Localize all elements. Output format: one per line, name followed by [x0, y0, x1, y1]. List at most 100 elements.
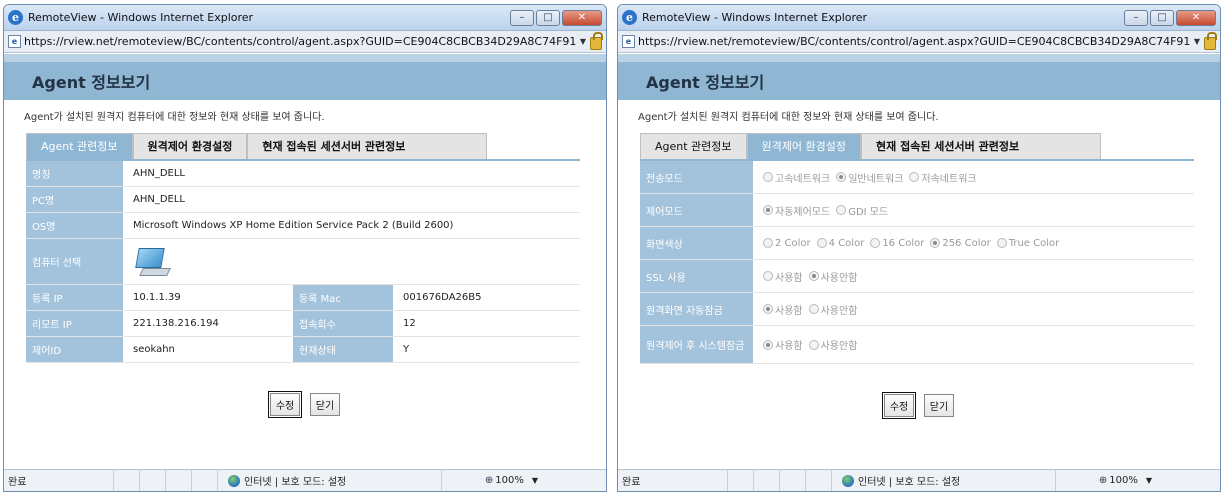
radio-option[interactable]: 사용안함 — [808, 337, 857, 352]
screen-color-label: 화면색상 — [640, 227, 753, 259]
radio-option[interactable]: 사용안함 — [808, 269, 857, 284]
status-cell — [166, 470, 192, 491]
button-row: 수정 닫기 — [618, 392, 1220, 419]
zoom-control[interactable]: ⊕ 100% ▼ — [442, 470, 542, 491]
radio-option[interactable]: 4 Color — [816, 238, 864, 249]
address-dropdown-icon[interactable]: ▼ — [580, 37, 586, 46]
screen-color-value: 2 Color 4 Color 16 Color 256 Color True … — [753, 227, 1194, 259]
page-content: Agent 정보보기 Agent가 설치된 원격지 컴퓨터에 대한 정보와 현재… — [618, 54, 1220, 469]
zone-text: 인터넷 | 보호 모드: 설정 — [244, 477, 347, 488]
radio-option[interactable]: True Color — [996, 238, 1059, 249]
minimize-button[interactable]: – — [510, 9, 534, 26]
remote-ip-label: 리모트 IP — [26, 311, 123, 336]
radio-option[interactable]: 저속네트워크 — [909, 170, 977, 185]
control-id-value: seokahn — [133, 344, 175, 355]
table-row: 화면색상 2 Color 4 Color 16 Color 256 Color … — [640, 227, 1194, 260]
zoom-dropdown-icon[interactable]: ▼ — [1146, 476, 1152, 485]
title-bar: e RemoteView - Windows Internet Explorer… — [618, 5, 1220, 31]
security-zone[interactable]: 인터넷 | 보호 모드: 설정 — [832, 470, 1056, 491]
button-row: 수정 닫기 — [4, 391, 606, 418]
radio-option[interactable]: 사용함 — [763, 269, 803, 284]
status-cell — [780, 470, 806, 491]
window-title: RemoteView - Windows Internet Explorer — [28, 11, 254, 24]
tab-agent-info[interactable]: Agent 관련정보 — [26, 133, 133, 159]
lock-icon[interactable] — [590, 31, 603, 50]
connect-count-value: 12 — [403, 318, 416, 329]
radio-option[interactable]: 2 Color — [763, 238, 811, 249]
status-label: 현재상태 — [293, 337, 393, 362]
ie-logo-icon: e — [8, 10, 23, 25]
pc-name-value: AHN_DELL — [133, 194, 186, 205]
page-icon: e — [8, 35, 21, 48]
control-id-label: 제어ID — [26, 337, 123, 362]
zoom-level: 100% — [495, 475, 524, 486]
radio-option[interactable]: 사용함 — [763, 337, 803, 352]
url-field[interactable]: https://rview.net/remoteview/BC/contents… — [638, 35, 1190, 48]
zoom-dropdown-icon[interactable]: ▼ — [532, 476, 538, 485]
name-value: AHN_DELL — [133, 168, 186, 179]
table-row: 제어모드 자동제어모드 GDI 모드 — [640, 194, 1194, 227]
lock-icon[interactable] — [1204, 31, 1217, 50]
agent-info-table: 명칭 AHN_DELL PC명 AHN_DELL OS명 Microsoft W… — [26, 159, 580, 363]
status-text: 완료 — [618, 470, 728, 491]
table-row: 컴퓨터 선택 — [26, 239, 580, 285]
close-window-button[interactable]: ✕ — [1176, 9, 1216, 26]
system-lock-radio-group: 사용함 사용안함 — [763, 337, 857, 352]
close-window-button[interactable]: ✕ — [562, 9, 602, 26]
address-bar: e https://rview.net/remoteview/BC/conten… — [618, 31, 1220, 53]
reg-ip-value: 10.1.1.39 — [133, 292, 181, 303]
tab-agent-info[interactable]: Agent 관련정보 — [640, 133, 747, 159]
table-row: 명칭 AHN_DELL — [26, 161, 580, 187]
browser-window-agent-info: e RemoteView - Windows Internet Explorer… — [3, 4, 607, 492]
close-button[interactable]: 닫기 — [923, 394, 955, 417]
radio-option[interactable]: 일반네트워크 — [836, 170, 903, 185]
maximize-button[interactable]: □ — [1150, 9, 1174, 26]
table-row: 원격제어 후 시스템잠금 사용함 사용안함 — [640, 326, 1194, 364]
page-heading: Agent 정보보기 — [618, 54, 1220, 100]
zoom-control[interactable]: ⊕ 100% ▼ — [1056, 470, 1156, 491]
remote-settings-table: 전송모드 고속네트워크 일반네트워크 저속네트워크 제어모드 자동제어모드 GD… — [640, 159, 1194, 364]
computer-icon[interactable] — [133, 246, 171, 278]
radio-option[interactable]: 256 Color — [930, 238, 991, 249]
radio-option[interactable]: 16 Color — [870, 238, 924, 249]
tab-bar: Agent 관련정보 원격제어 환경설정 현재 접속된 세션서버 관련정보 — [640, 133, 1208, 159]
page-heading: Agent 정보보기 — [4, 54, 606, 100]
radio-option[interactable]: GDI 모드 — [836, 203, 888, 218]
tab-bar: Agent 관련정보 원격제어 환경설정 현재 접속된 세션서버 관련정보 — [26, 133, 594, 159]
tab-session-server[interactable]: 현재 접속된 세션서버 관련정보 — [247, 133, 488, 159]
address-dropdown-icon[interactable]: ▼ — [1194, 37, 1200, 46]
close-button[interactable]: 닫기 — [309, 393, 341, 416]
maximize-button[interactable]: □ — [536, 9, 560, 26]
zoom-icon: ⊕ — [484, 475, 494, 486]
radio-option[interactable]: 사용함 — [763, 302, 803, 317]
minimize-button[interactable]: – — [1124, 9, 1148, 26]
edit-button[interactable]: 수정 — [267, 391, 303, 418]
radio-option[interactable]: 자동제어모드 — [763, 203, 830, 218]
tab-remote-settings[interactable]: 원격제어 환경설정 — [746, 133, 862, 159]
security-zone[interactable]: 인터넷 | 보호 모드: 설정 — [218, 470, 442, 491]
reg-ip-label: 등록 IP — [26, 285, 123, 310]
zoom-level: 100% — [1109, 475, 1138, 486]
radio-option[interactable]: 사용안함 — [808, 302, 857, 317]
url-field[interactable]: https://rview.net/remoteview/BC/contents… — [24, 35, 576, 48]
computer-select-cell — [123, 239, 580, 284]
control-mode-radio-group: 자동제어모드 GDI 모드 — [763, 203, 888, 218]
title-bar: e RemoteView - Windows Internet Explorer… — [4, 5, 606, 31]
name-label: 명칭 — [26, 161, 123, 186]
status-cell — [754, 470, 780, 491]
screen-color-radio-group: 2 Color 4 Color 16 Color 256 Color True … — [763, 238, 1059, 249]
ssl-value: 사용함 사용안함 — [753, 260, 1194, 292]
edit-button[interactable]: 수정 — [881, 392, 917, 419]
ie-logo-icon: e — [622, 10, 637, 25]
auto-lock-value: 사용함 사용안함 — [753, 293, 1194, 325]
reg-mac-label: 등록 Mac — [293, 285, 393, 310]
address-bar: e https://rview.net/remoteview/BC/conten… — [4, 31, 606, 53]
zone-text: 인터넷 | 보호 모드: 설정 — [858, 477, 961, 488]
zoom-icon: ⊕ — [1098, 475, 1108, 486]
globe-icon — [228, 474, 240, 487]
tab-session-server[interactable]: 현재 접속된 세션서버 관련정보 — [861, 133, 1102, 159]
tab-remote-settings[interactable]: 원격제어 환경설정 — [132, 133, 248, 159]
system-lock-value: 사용함 사용안함 — [753, 326, 1194, 363]
system-lock-label: 원격제어 후 시스템잠금 — [640, 326, 753, 363]
radio-option[interactable]: 고속네트워크 — [763, 170, 830, 185]
